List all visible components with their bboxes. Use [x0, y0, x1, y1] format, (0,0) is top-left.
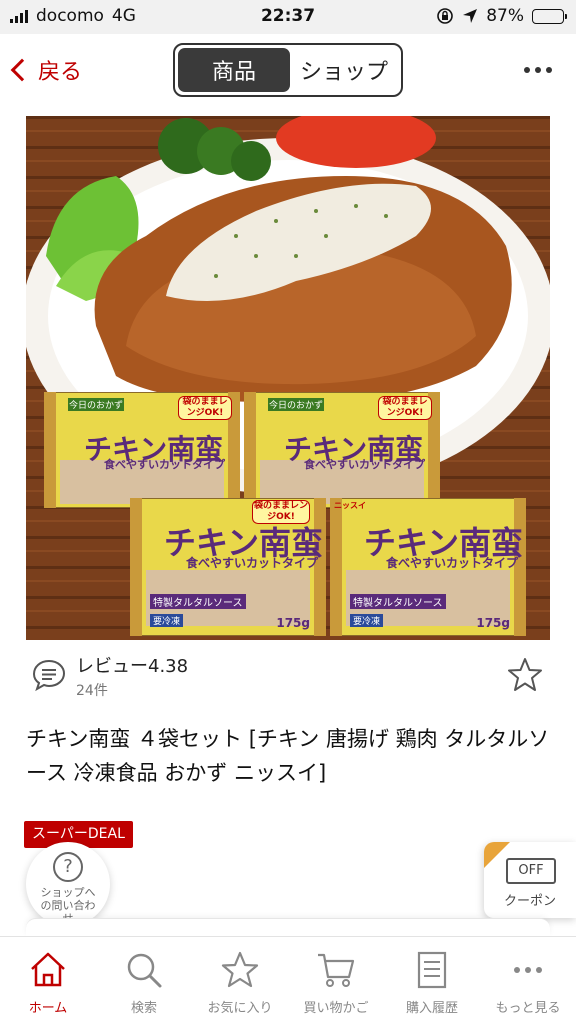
- more-icon: [514, 967, 542, 973]
- package-frozen: 要冷凍: [150, 614, 184, 627]
- package-subtitle: 食べやすいカットタイプ: [304, 458, 425, 471]
- package-badge: 袋のままレンジOK!: [178, 396, 232, 420]
- package-1: チキン南蛮 食べやすいカットタイプ 今日のおかず 袋のままレンジOK!: [43, 391, 241, 509]
- tab-search[interactable]: 検索: [96, 937, 192, 1024]
- review-chat-icon: [32, 659, 66, 692]
- rotation-lock-icon: [437, 8, 454, 24]
- segment-shop[interactable]: ショップ: [290, 48, 398, 92]
- package-2: チキン南蛮 食べやすいカットタイプ 今日のおかず 袋のままレンジOK!: [243, 391, 441, 509]
- battery-percent: 87%: [486, 6, 524, 26]
- package-tag: 今日のおかず: [268, 398, 324, 411]
- package-brand: ニッスイ: [334, 501, 366, 510]
- dot-icon: [524, 67, 530, 73]
- tab-label: 買い物かご: [303, 1001, 369, 1016]
- coupon-label: クーポン: [503, 894, 556, 909]
- nav-header: 戻る 商品 ショップ: [0, 34, 576, 106]
- package-tag: 今日のおかず: [68, 398, 124, 411]
- tab-label: 検索: [130, 1001, 157, 1016]
- product-image[interactable]: チキン南蛮 食べやすいカットタイプ 今日のおかず 袋のままレンジOK! チキン南…: [26, 116, 550, 640]
- package-subtitle: 食べやすいカットタイプ: [186, 556, 319, 570]
- tab-history[interactable]: 購入履歴: [384, 937, 480, 1024]
- package-badge: 袋のままレンジOK!: [378, 396, 432, 420]
- review-rating-label: レビュー4.38: [76, 656, 189, 677]
- tab-favorites[interactable]: お気に入り: [192, 937, 288, 1024]
- tab-cart[interactable]: 買い物かご: [288, 937, 384, 1024]
- package-3: チキン南蛮 食べやすいカットタイプ 特製タルタルソース 要冷凍 175g 袋のま…: [129, 497, 327, 637]
- home-icon: [31, 952, 65, 987]
- status-bar: docomo 4G 22:37 87%: [0, 0, 576, 34]
- cart-icon: [318, 953, 355, 987]
- package-subtitle: 食べやすいカットタイプ: [386, 556, 519, 570]
- more-options-button[interactable]: [524, 67, 552, 73]
- coupon-ticket-icon: OFF: [506, 858, 556, 884]
- battery-icon: [532, 8, 567, 24]
- tab-more[interactable]: もっと見る: [480, 937, 576, 1024]
- dot-icon: [546, 67, 552, 73]
- segment-product[interactable]: 商品: [178, 48, 290, 92]
- package-sauce: 特製タルタルソース: [150, 594, 246, 609]
- location-icon: [463, 9, 478, 23]
- tab-label: お気に入り: [207, 1001, 273, 1016]
- package-weight: 175g: [476, 616, 510, 630]
- question-icon: ?: [53, 852, 83, 882]
- star-icon: [221, 951, 259, 988]
- package-4: チキン南蛮 食べやすいカットタイプ 特製タルタルソース 要冷凍 175g ニッス…: [329, 497, 527, 637]
- segmented-control: 商品 ショップ: [173, 43, 403, 97]
- package-sauce: 特製タルタルソース: [350, 594, 446, 609]
- package-frozen: 要冷凍: [350, 614, 384, 627]
- content-card-edge: [26, 918, 550, 936]
- coupon-button[interactable]: OFF クーポン: [484, 842, 576, 918]
- tab-label: もっと見る: [495, 1001, 561, 1016]
- search-icon: [127, 953, 162, 988]
- history-icon: [417, 951, 447, 989]
- tab-bar: ホーム 検索 お気に入り 買い物かご 購入履歴 もっと見る: [0, 936, 576, 1024]
- product-title: チキン南蛮 ４袋セット [チキン 唐揚げ 鶏肉 タルタルソース 冷凍食品 おかず…: [26, 727, 550, 785]
- tab-home[interactable]: ホーム: [0, 937, 96, 1024]
- package-subtitle: 食べやすいカットタイプ: [104, 458, 225, 471]
- star-icon[interactable]: [506, 656, 544, 694]
- back-button[interactable]: 戻る: [10, 54, 83, 86]
- package-badge: 袋のままレンジOK!: [252, 500, 310, 524]
- package-weight: 175g: [276, 616, 310, 630]
- tab-label: 購入履歴: [405, 1001, 458, 1016]
- dot-icon: [535, 67, 541, 73]
- tab-label: ホーム: [28, 1001, 68, 1016]
- status-right: 87%: [436, 6, 567, 26]
- review-row[interactable]: レビュー4.38 24件: [26, 648, 550, 708]
- shop-inquiry-button[interactable]: ? ショップへの問い合わせ: [26, 842, 110, 926]
- chevron-left-icon: [10, 58, 34, 82]
- review-count: 24件: [76, 683, 108, 699]
- back-label: 戻る: [38, 60, 83, 85]
